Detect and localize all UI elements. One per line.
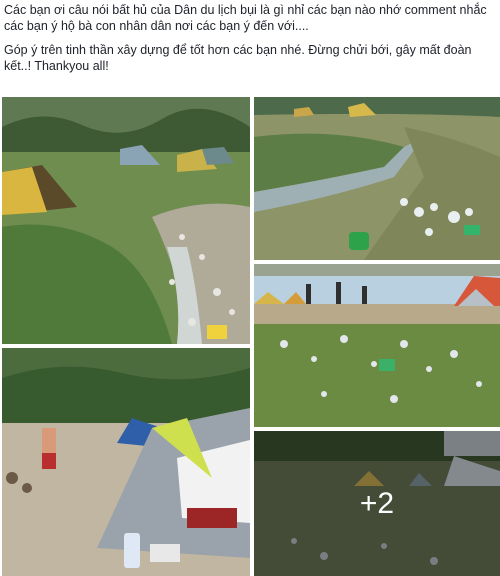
photo-dry-lakebed-more[interactable]: +2 (254, 431, 500, 576)
photo-tent-sandy-camp[interactable] (2, 348, 250, 576)
photo-grid: +2 (0, 97, 500, 576)
photo-lakeshore-trash[interactable] (254, 264, 500, 427)
more-photos-overlay[interactable]: +2 (254, 431, 500, 576)
more-photos-count[interactable]: +2 (360, 487, 394, 521)
photo-campsite-stream[interactable] (2, 97, 250, 344)
photo-littered-riverbank[interactable] (254, 97, 500, 260)
post-paragraph-2: Góp ý trên tinh thần xây dựng để tốt hơn… (4, 43, 472, 73)
post-text: Các bạn ơi câu nói bất hủ của Dân du lịc… (4, 2, 496, 82)
post-paragraph-1: Các bạn ơi câu nói bất hủ của Dân du lịc… (4, 3, 487, 33)
